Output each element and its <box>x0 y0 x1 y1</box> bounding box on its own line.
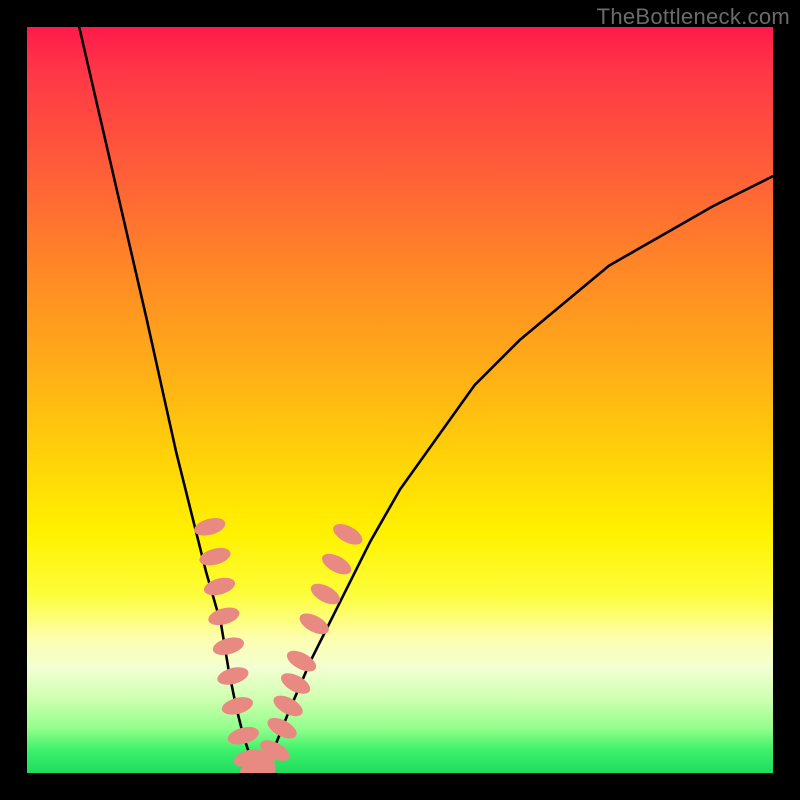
bottleneck-curve <box>79 27 773 773</box>
curve-layer <box>79 27 773 773</box>
plot-area <box>27 27 773 773</box>
curve-marker <box>215 664 250 688</box>
curve-marker <box>264 714 300 743</box>
curve-marker <box>206 604 241 628</box>
chart-frame: TheBottleneck.com <box>0 0 800 800</box>
curve-marker <box>211 634 246 658</box>
curve-marker <box>226 724 261 748</box>
watermark-label: TheBottleneck.com <box>597 4 790 30</box>
marker-layer <box>192 515 365 773</box>
curve-marker <box>296 609 332 638</box>
curve-marker <box>197 545 232 569</box>
curve-marker <box>330 520 366 549</box>
curve-marker <box>319 550 355 579</box>
bottleneck-chart <box>27 27 773 773</box>
curve-marker <box>284 647 320 676</box>
